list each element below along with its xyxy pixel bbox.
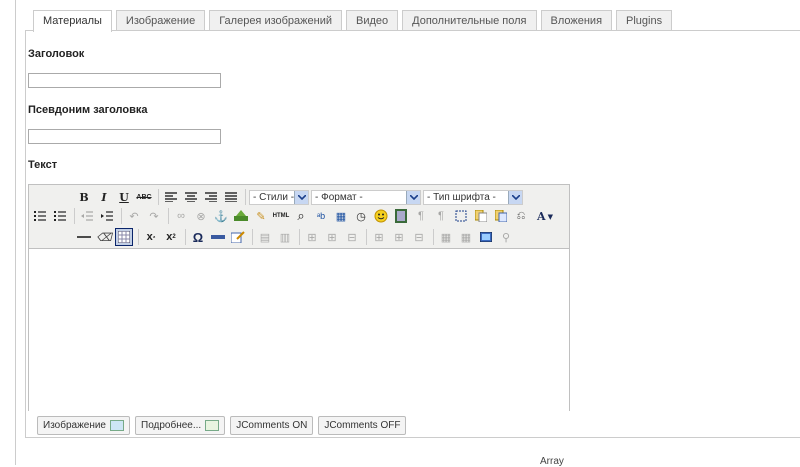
bold-icon[interactable]: B: [75, 188, 93, 206]
toolbar-separator: [121, 208, 122, 224]
col-after-icon[interactable]: ⊞: [390, 228, 408, 246]
indent-icon[interactable]: [98, 207, 116, 225]
align-center-icon[interactable]: [182, 188, 200, 206]
tab-materials[interactable]: Материалы: [33, 10, 112, 32]
fullscreen-icon[interactable]: [452, 207, 470, 225]
editor-toolbar: B I U ABC - Стили - - Формат - - Тип шри…: [29, 185, 569, 249]
image-icon: [110, 420, 124, 431]
chevron-down-icon: [294, 190, 308, 204]
strikethrough-icon[interactable]: ABC: [135, 188, 153, 206]
cleanup-icon[interactable]: ✎: [252, 207, 270, 225]
toolbar-separator: [185, 229, 186, 245]
chevron-down-icon: [406, 190, 420, 204]
wysiwyg-editor: B I U ABC - Стили - - Формат - - Тип шри…: [28, 184, 570, 411]
link-icon[interactable]: ∞: [172, 207, 190, 225]
chevron-down-icon: [508, 190, 522, 204]
alias-input[interactable]: [28, 129, 221, 144]
footer-debug-text: Array: [540, 456, 564, 467]
paste-word-icon[interactable]: [492, 207, 510, 225]
insert-time-icon[interactable]: ◷: [352, 207, 370, 225]
styles-select-value: - Стили -: [253, 191, 294, 203]
align-right-icon[interactable]: [202, 188, 220, 206]
readmore-button[interactable]: Подробнее...: [135, 416, 226, 435]
undo-icon[interactable]: ↶: [125, 207, 143, 225]
toolbar-separator: [252, 229, 253, 245]
title-input[interactable]: [28, 73, 221, 88]
insert-image-button[interactable]: Изображение: [37, 416, 130, 435]
outdent-icon[interactable]: [78, 207, 96, 225]
merge-cells-icon[interactable]: ▦: [457, 228, 475, 246]
format-select[interactable]: - Формат -: [311, 189, 421, 205]
underline-icon[interactable]: U: [115, 188, 133, 206]
redo-icon[interactable]: ↷: [145, 207, 163, 225]
font-family-select-value: - Тип шрифта -: [427, 191, 496, 203]
ltr-icon[interactable]: ¶: [412, 207, 430, 225]
emoticon-icon[interactable]: [372, 207, 390, 225]
rtl-icon[interactable]: ¶: [432, 207, 450, 225]
insert-image-button-label: Изображение: [43, 420, 106, 431]
tab-bar: Материалы Изображение Галерея изображени…: [33, 10, 676, 32]
media-icon[interactable]: [392, 207, 410, 225]
format-select-value: - Формат -: [315, 191, 363, 203]
anchor-icon[interactable]: ⚓: [212, 207, 230, 225]
insert-image-icon[interactable]: [232, 207, 250, 225]
edit-attribs-icon[interactable]: [229, 228, 247, 246]
tab-attachments[interactable]: Вложения: [540, 10, 613, 31]
insert-date-icon[interactable]: ▦: [332, 207, 350, 225]
toolbar-separator: [433, 229, 434, 245]
align-justify-icon[interactable]: [222, 188, 240, 206]
subscript-icon[interactable]: x₂: [142, 228, 160, 246]
find-icon[interactable]: ⌕: [292, 207, 310, 225]
special-char-icon[interactable]: Ω: [189, 228, 207, 246]
toolbar-separator: [245, 189, 246, 205]
bullet-list-icon[interactable]: [31, 207, 49, 225]
tab-extra-fields[interactable]: Дополнительные поля: [402, 10, 537, 31]
align-left-icon[interactable]: [162, 188, 180, 206]
readmore-button-label: Подробнее...: [141, 420, 202, 431]
editor-extension-buttons: Изображение Подробнее... JComments ON JC…: [37, 416, 411, 435]
text-label: Текст: [28, 159, 58, 171]
styles-select[interactable]: - Стили -: [249, 189, 309, 205]
toolbar-separator: [299, 229, 300, 245]
delete-col-icon[interactable]: ⊟: [410, 228, 428, 246]
replace-icon[interactable]: ᵃb: [312, 207, 330, 225]
row-after-icon[interactable]: ⊞: [323, 228, 341, 246]
jcomments-on-button[interactable]: JComments ON: [230, 416, 314, 435]
toolbar-separator: [158, 189, 159, 205]
horizontal-rule-icon[interactable]: [75, 228, 93, 246]
numbered-list-icon[interactable]: [51, 207, 69, 225]
readmore-icon: [205, 420, 220, 431]
unlink-icon[interactable]: ⊗: [192, 207, 210, 225]
select-all-icon[interactable]: ⎌: [512, 207, 530, 225]
tab-image[interactable]: Изображение: [115, 10, 206, 31]
title-label: Заголовок: [28, 48, 85, 60]
col-before-icon[interactable]: ⊞: [370, 228, 388, 246]
font-color-icon[interactable]: A ▼: [532, 207, 558, 225]
tab-video[interactable]: Видео: [346, 10, 399, 31]
remove-format-icon[interactable]: ⌫: [95, 228, 113, 246]
visual-aid-icon[interactable]: [115, 228, 133, 246]
delete-row-icon[interactable]: ⊟: [343, 228, 361, 246]
toolbar-separator: [74, 208, 75, 224]
tab-gallery[interactable]: Галерея изображений: [209, 10, 343, 31]
toolbar-separator: [366, 229, 367, 245]
move-layer-icon[interactable]: ⚲: [497, 228, 515, 246]
toolbar-separator: [168, 208, 169, 224]
paste-text-icon[interactable]: [472, 207, 490, 225]
font-family-select[interactable]: - Тип шрифта -: [423, 189, 523, 205]
pagebreak-icon[interactable]: [209, 228, 227, 246]
split-cells-icon[interactable]: ▦: [437, 228, 455, 246]
insert-layer-icon[interactable]: [477, 228, 495, 246]
toolbar-separator: [138, 229, 139, 245]
html-source-icon[interactable]: HTML: [272, 207, 290, 225]
superscript-icon[interactable]: x2: [162, 228, 180, 246]
table-delete-icon[interactable]: ▥: [276, 228, 294, 246]
table-props-icon[interactable]: ▤: [256, 228, 274, 246]
row-before-icon[interactable]: ⊞: [303, 228, 321, 246]
italic-icon[interactable]: I: [95, 188, 113, 206]
tab-plugins[interactable]: Plugins: [616, 10, 673, 31]
editor-content-area[interactable]: [29, 249, 569, 411]
alias-label: Псевдоним заголовка: [28, 104, 148, 116]
jcomments-off-button[interactable]: JComments OFF: [318, 416, 407, 435]
